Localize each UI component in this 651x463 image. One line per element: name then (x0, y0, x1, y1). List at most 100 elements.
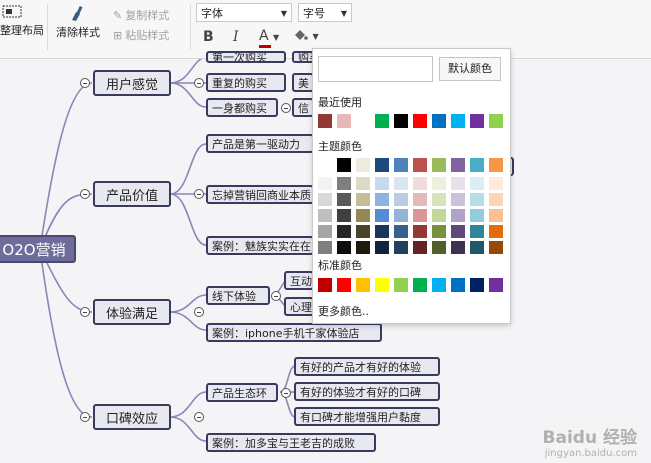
font-size-select[interactable]: 字号 ▼ (298, 3, 352, 22)
color-swatch[interactable] (375, 114, 389, 128)
leaf-node[interactable]: 案例：iphone手机千家体验店 (206, 323, 382, 342)
color-swatch[interactable] (413, 241, 427, 254)
color-swatch[interactable] (375, 193, 389, 206)
color-swatch[interactable] (432, 225, 446, 238)
color-swatch[interactable] (432, 193, 446, 206)
color-swatch[interactable] (413, 177, 427, 190)
color-swatch[interactable] (394, 158, 408, 172)
color-swatch[interactable] (489, 209, 503, 222)
more-colors-link[interactable]: 更多颜色.. (318, 303, 369, 319)
color-swatch[interactable] (337, 177, 351, 190)
color-swatch[interactable] (356, 193, 370, 206)
color-swatch[interactable] (470, 209, 484, 222)
color-swatch[interactable] (470, 177, 484, 190)
color-swatch[interactable] (413, 278, 427, 292)
color-swatch[interactable] (337, 158, 351, 172)
color-swatch[interactable] (489, 225, 503, 238)
color-swatch[interactable] (375, 209, 389, 222)
leaf-node[interactable]: 美 (292, 73, 314, 92)
color-swatch[interactable] (432, 278, 446, 292)
color-swatch[interactable] (394, 241, 408, 254)
color-swatch[interactable] (451, 114, 465, 128)
color-swatch[interactable] (413, 158, 427, 172)
color-swatch[interactable] (470, 225, 484, 238)
color-swatch[interactable] (337, 241, 351, 254)
color-swatch[interactable] (318, 209, 332, 222)
color-swatch[interactable] (375, 225, 389, 238)
font-color-button[interactable]: A ▼ (259, 28, 279, 48)
leaf-node[interactable]: 案例：加多宝与王老吉的成败 (206, 433, 376, 452)
color-swatch[interactable] (318, 241, 332, 254)
color-swatch[interactable] (470, 241, 484, 254)
leaf-node[interactable]: 有口碑才能增强用户黏度 (294, 407, 440, 426)
color-swatch[interactable] (470, 278, 484, 292)
color-swatch[interactable] (375, 158, 389, 172)
color-swatch[interactable] (451, 225, 465, 238)
color-swatch[interactable] (318, 177, 332, 190)
leaf-node[interactable]: 产品生态环 (206, 383, 278, 402)
color-swatch[interactable] (394, 278, 408, 292)
paste-style-button[interactable]: ⊞ 粘贴样式 (113, 27, 169, 43)
color-swatch[interactable] (375, 177, 389, 190)
color-swatch[interactable] (337, 193, 351, 206)
color-swatch[interactable] (413, 114, 427, 128)
color-swatch[interactable] (413, 225, 427, 238)
collapse-toggle[interactable] (194, 189, 204, 199)
color-swatch[interactable] (394, 209, 408, 222)
clear-style-button[interactable]: 清除样式 (56, 5, 100, 40)
bold-button[interactable]: B (203, 29, 214, 45)
italic-button[interactable]: I (233, 29, 239, 45)
color-swatch[interactable] (375, 278, 389, 292)
color-swatch[interactable] (432, 114, 446, 128)
color-swatch[interactable] (337, 209, 351, 222)
color-swatch[interactable] (470, 114, 484, 128)
root-node[interactable]: O2O营销 (0, 235, 76, 263)
collapse-toggle[interactable] (80, 412, 90, 422)
collapse-toggle[interactable] (80, 307, 90, 317)
color-swatch[interactable] (432, 209, 446, 222)
color-swatch[interactable] (318, 158, 332, 172)
leaf-node[interactable]: 重复的购买 (206, 73, 286, 92)
leaf-node[interactable]: 购买 (292, 51, 314, 63)
color-swatch[interactable] (318, 193, 332, 206)
leaf-node[interactable]: 一身都购买 (206, 98, 278, 117)
color-swatch[interactable] (356, 241, 370, 254)
color-swatch[interactable] (337, 278, 351, 292)
color-swatch[interactable] (394, 114, 408, 128)
color-swatch[interactable] (394, 225, 408, 238)
collapse-toggle[interactable] (281, 388, 291, 398)
collapse-toggle[interactable] (194, 78, 204, 88)
color-swatch[interactable] (318, 278, 332, 292)
collapse-toggle[interactable] (80, 78, 90, 88)
color-swatch[interactable] (489, 193, 503, 206)
color-swatch[interactable] (432, 177, 446, 190)
branch-node[interactable]: 口碑效应 (93, 404, 171, 430)
collapse-toggle[interactable] (281, 103, 291, 113)
color-swatch[interactable] (337, 114, 351, 128)
layout-button[interactable]: 整理布局 (0, 5, 44, 38)
color-swatch[interactable] (356, 158, 370, 172)
default-color-button[interactable]: 默认颜色 (439, 57, 501, 81)
color-swatch[interactable] (451, 241, 465, 254)
leaf-node[interactable]: 有好的体验才有好的口碑 (294, 382, 440, 401)
color-swatch[interactable] (489, 114, 503, 128)
leaf-node[interactable]: 有好的产品才有好的体验 (294, 357, 440, 376)
color-swatch[interactable] (337, 225, 351, 238)
leaf-node[interactable]: 线下体验 (206, 286, 270, 305)
color-swatch[interactable] (413, 193, 427, 206)
color-swatch[interactable] (451, 193, 465, 206)
leaf-node[interactable]: 心理 (284, 297, 314, 316)
leaf-node[interactable]: 案例：魅族实实在在 (206, 236, 314, 255)
color-swatch[interactable] (432, 158, 446, 172)
color-swatch[interactable] (451, 177, 465, 190)
color-swatch[interactable] (413, 209, 427, 222)
collapse-toggle[interactable] (194, 307, 204, 317)
color-swatch[interactable] (470, 158, 484, 172)
font-family-select[interactable]: 字体 ▼ (196, 3, 292, 22)
color-swatch[interactable] (470, 193, 484, 206)
branch-node[interactable]: 体验满足 (93, 299, 171, 325)
color-swatch[interactable] (394, 177, 408, 190)
color-swatch[interactable] (451, 278, 465, 292)
color-swatch[interactable] (356, 209, 370, 222)
color-swatch[interactable] (318, 225, 332, 238)
